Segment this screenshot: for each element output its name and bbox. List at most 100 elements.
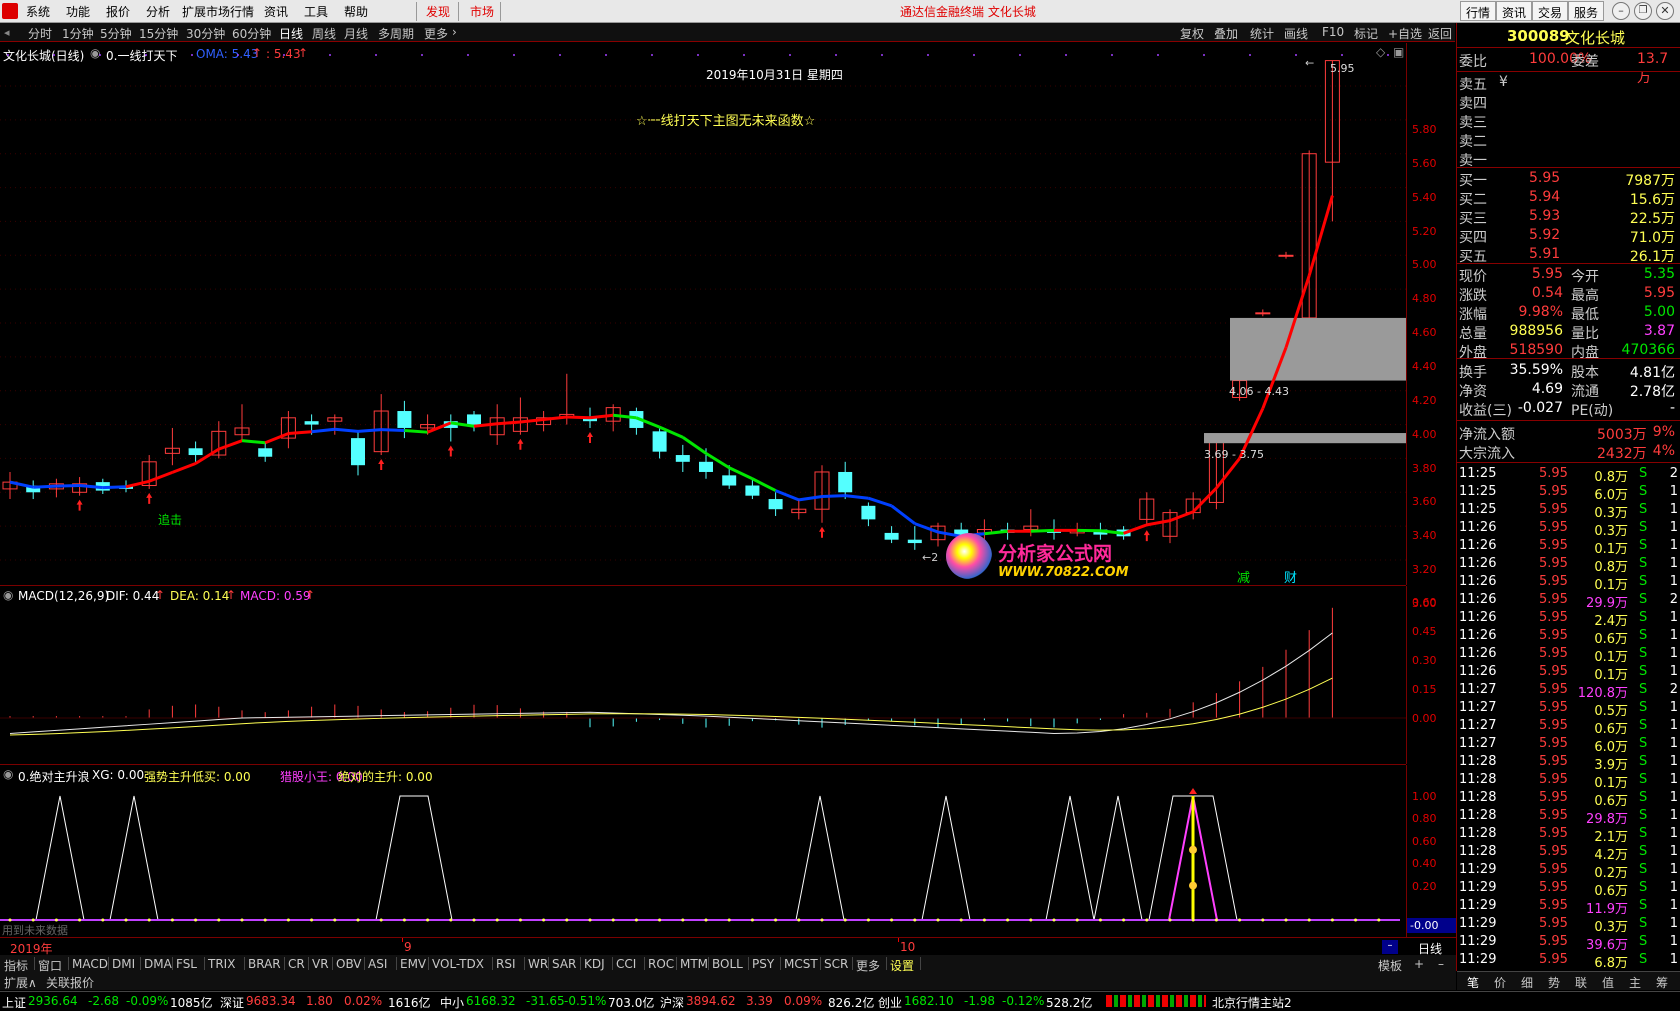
indicator-tab-1[interactable]: 窗口 [38,957,62,974]
close-icon[interactable]: ✕ [1656,2,1674,20]
minimize-icon[interactable]: – [1612,2,1630,20]
buy-level-1[interactable]: 买二5.9415.6万 [1459,189,1677,207]
menu-0[interactable]: 系统 [26,3,50,20]
tool-button-2[interactable]: 统计 [1250,25,1274,42]
indicator-tab-7[interactable]: BRAR [248,957,281,971]
side-tab-0[interactable]: 笔 [1467,974,1479,991]
signal-chart[interactable] [0,765,1406,937]
side-tab-2[interactable]: 细 [1521,974,1533,991]
period-tab-3[interactable]: 15分钟 [139,25,178,42]
indicator-tab-13[interactable]: VOL-TDX [432,957,484,971]
tool-button-5[interactable]: 标记 [1354,25,1378,42]
menu-7[interactable]: 帮助 [344,3,368,20]
indicator-tab-25[interactable]: 更多 [856,957,880,974]
top-button-0[interactable]: 行情 [1460,1,1496,21]
indicator-tab-0[interactable]: 指标 [4,957,28,974]
more-arrow-icon[interactable]: › [452,25,457,39]
side-tab-7[interactable]: 筹 [1656,974,1668,991]
index-name[interactable]: 创业 [878,994,902,1011]
indicator-tab-18[interactable]: CCI [616,957,636,971]
period-tab-9[interactable]: 多周期 [378,25,414,42]
indicator-tab-22[interactable]: PSY [752,957,774,971]
indicator-tab-23[interactable]: MCST [784,957,818,971]
indicator-tab-12[interactable]: EMV [400,957,426,971]
indicator-tab-17[interactable]: KDJ [584,957,605,971]
index-name[interactable]: 上证 [2,994,26,1011]
period-tab-0[interactable]: 分时 [28,25,52,42]
related-quote-tab[interactable]: 关联报价 [46,974,94,991]
sell-level-4[interactable]: 卖一 [1459,150,1677,168]
period-tab-4[interactable]: 30分钟 [186,25,225,42]
indicator-tab-14[interactable]: RSI [496,957,516,971]
indicator-tab-15[interactable]: WR [528,957,548,971]
menu-market[interactable]: 市场 [470,3,494,20]
period-tab-7[interactable]: 周线 [312,25,336,42]
buy-level-3[interactable]: 买四5.9271.0万 [1459,227,1677,245]
macd-chart[interactable] [0,586,1406,764]
scroll-left-icon[interactable]: ◂ [4,26,10,39]
menu-4[interactable]: 扩展市场行情 [182,3,254,20]
template-button[interactable]: 模板 [1378,957,1402,974]
index-name[interactable]: 中小 [440,994,464,1011]
indicator-tab-2[interactable]: MACD [72,957,108,971]
indicator-tab-16[interactable]: SAR [552,957,576,971]
candlestick-chart[interactable]: ←2← [0,43,1406,585]
side-tab-6[interactable]: 主 [1629,974,1641,991]
buy-level-4[interactable]: 买五5.9126.1万 [1459,246,1677,264]
menu-discover[interactable]: 发现 [426,3,450,20]
tool-button-7[interactable]: 返回 [1428,25,1452,42]
macd-tick: 0.45 [1412,625,1437,638]
period-tab-6[interactable]: 日线 [279,25,303,42]
indicator-tab-8[interactable]: CR [288,957,305,971]
indicator-tab-4[interactable]: DMA [144,957,172,971]
indicator-tab-19[interactable]: ROC [648,957,674,971]
x-scroll-button[interactable]: – [1382,940,1398,954]
side-tab-5[interactable]: 值 [1602,974,1614,991]
restore-icon[interactable]: ❐ [1634,2,1652,20]
indicator-tab-20[interactable]: MTM [680,957,708,971]
sell-level-2[interactable]: 卖三 [1459,112,1677,130]
menu-6[interactable]: 工具 [304,3,328,20]
sell-level-0[interactable]: 卖五¥ [1459,74,1677,92]
top-button-3[interactable]: 服务 [1568,1,1604,21]
period-tab-8[interactable]: 月线 [344,25,368,42]
side-tab-3[interactable]: 势 [1548,974,1560,991]
top-button-1[interactable]: 资讯 [1496,1,1532,21]
period-tab-5[interactable]: 60分钟 [232,25,271,42]
buy-level-0[interactable]: 买一5.957987万 [1459,170,1677,188]
menu-2[interactable]: 报价 [106,3,130,20]
extend-toggle[interactable]: 扩展∧ [4,974,37,991]
menu-1[interactable]: 功能 [66,3,90,20]
index-name[interactable]: 沪深 [660,994,684,1011]
buy-level-2[interactable]: 买三5.9322.5万 [1459,208,1677,226]
tool-button-0[interactable]: 复权 [1180,25,1204,42]
period-toolbar: ◂ 分时 1分钟 5分钟 15分钟 30分钟 60分钟日线周线月线多周期更多 › 复权叠加统… [0,23,1455,42]
sell-level-1[interactable]: 卖四 [1459,93,1677,111]
indicator-tab-3[interactable]: DMI [112,957,135,971]
top-button-2[interactable]: 交易 [1532,1,1568,21]
period-tab-10[interactable]: 更多 [424,25,448,42]
tool-button-3[interactable]: 画线 [1284,25,1308,42]
tool-button-6[interactable]: +自选 [1388,25,1422,42]
tool-button-4[interactable]: F10 [1322,25,1344,39]
zoom-out-icon[interactable]: – [1438,957,1444,971]
indicator-tab-26[interactable]: 设置 [890,957,914,974]
menu-5[interactable]: 资讯 [264,3,288,20]
side-tab-1[interactable]: 价 [1494,974,1506,991]
period-tab-2[interactable]: 5分钟 [100,25,132,42]
ma-segment [984,531,1007,534]
side-tab-4[interactable]: 联 [1575,974,1587,991]
sell-level-3[interactable]: 卖二 [1459,131,1677,149]
zoom-in-icon[interactable]: + [1414,957,1424,971]
menu-3[interactable]: 分析 [146,3,170,20]
indicator-tab-5[interactable]: FSL [176,957,197,971]
indicator-tab-6[interactable]: TRIX [208,957,235,971]
indicator-tab-11[interactable]: ASI [368,957,387,971]
tool-button-1[interactable]: 叠加 [1214,25,1238,42]
indicator-tab-9[interactable]: VR [312,957,329,971]
indicator-tab-10[interactable]: OBV [336,957,362,971]
indicator-tab-24[interactable]: SCR [824,957,848,971]
period-tab-1[interactable]: 1分钟 [62,25,94,42]
index-name[interactable]: 深证 [220,994,244,1011]
indicator-tab-21[interactable]: BOLL [712,957,743,971]
